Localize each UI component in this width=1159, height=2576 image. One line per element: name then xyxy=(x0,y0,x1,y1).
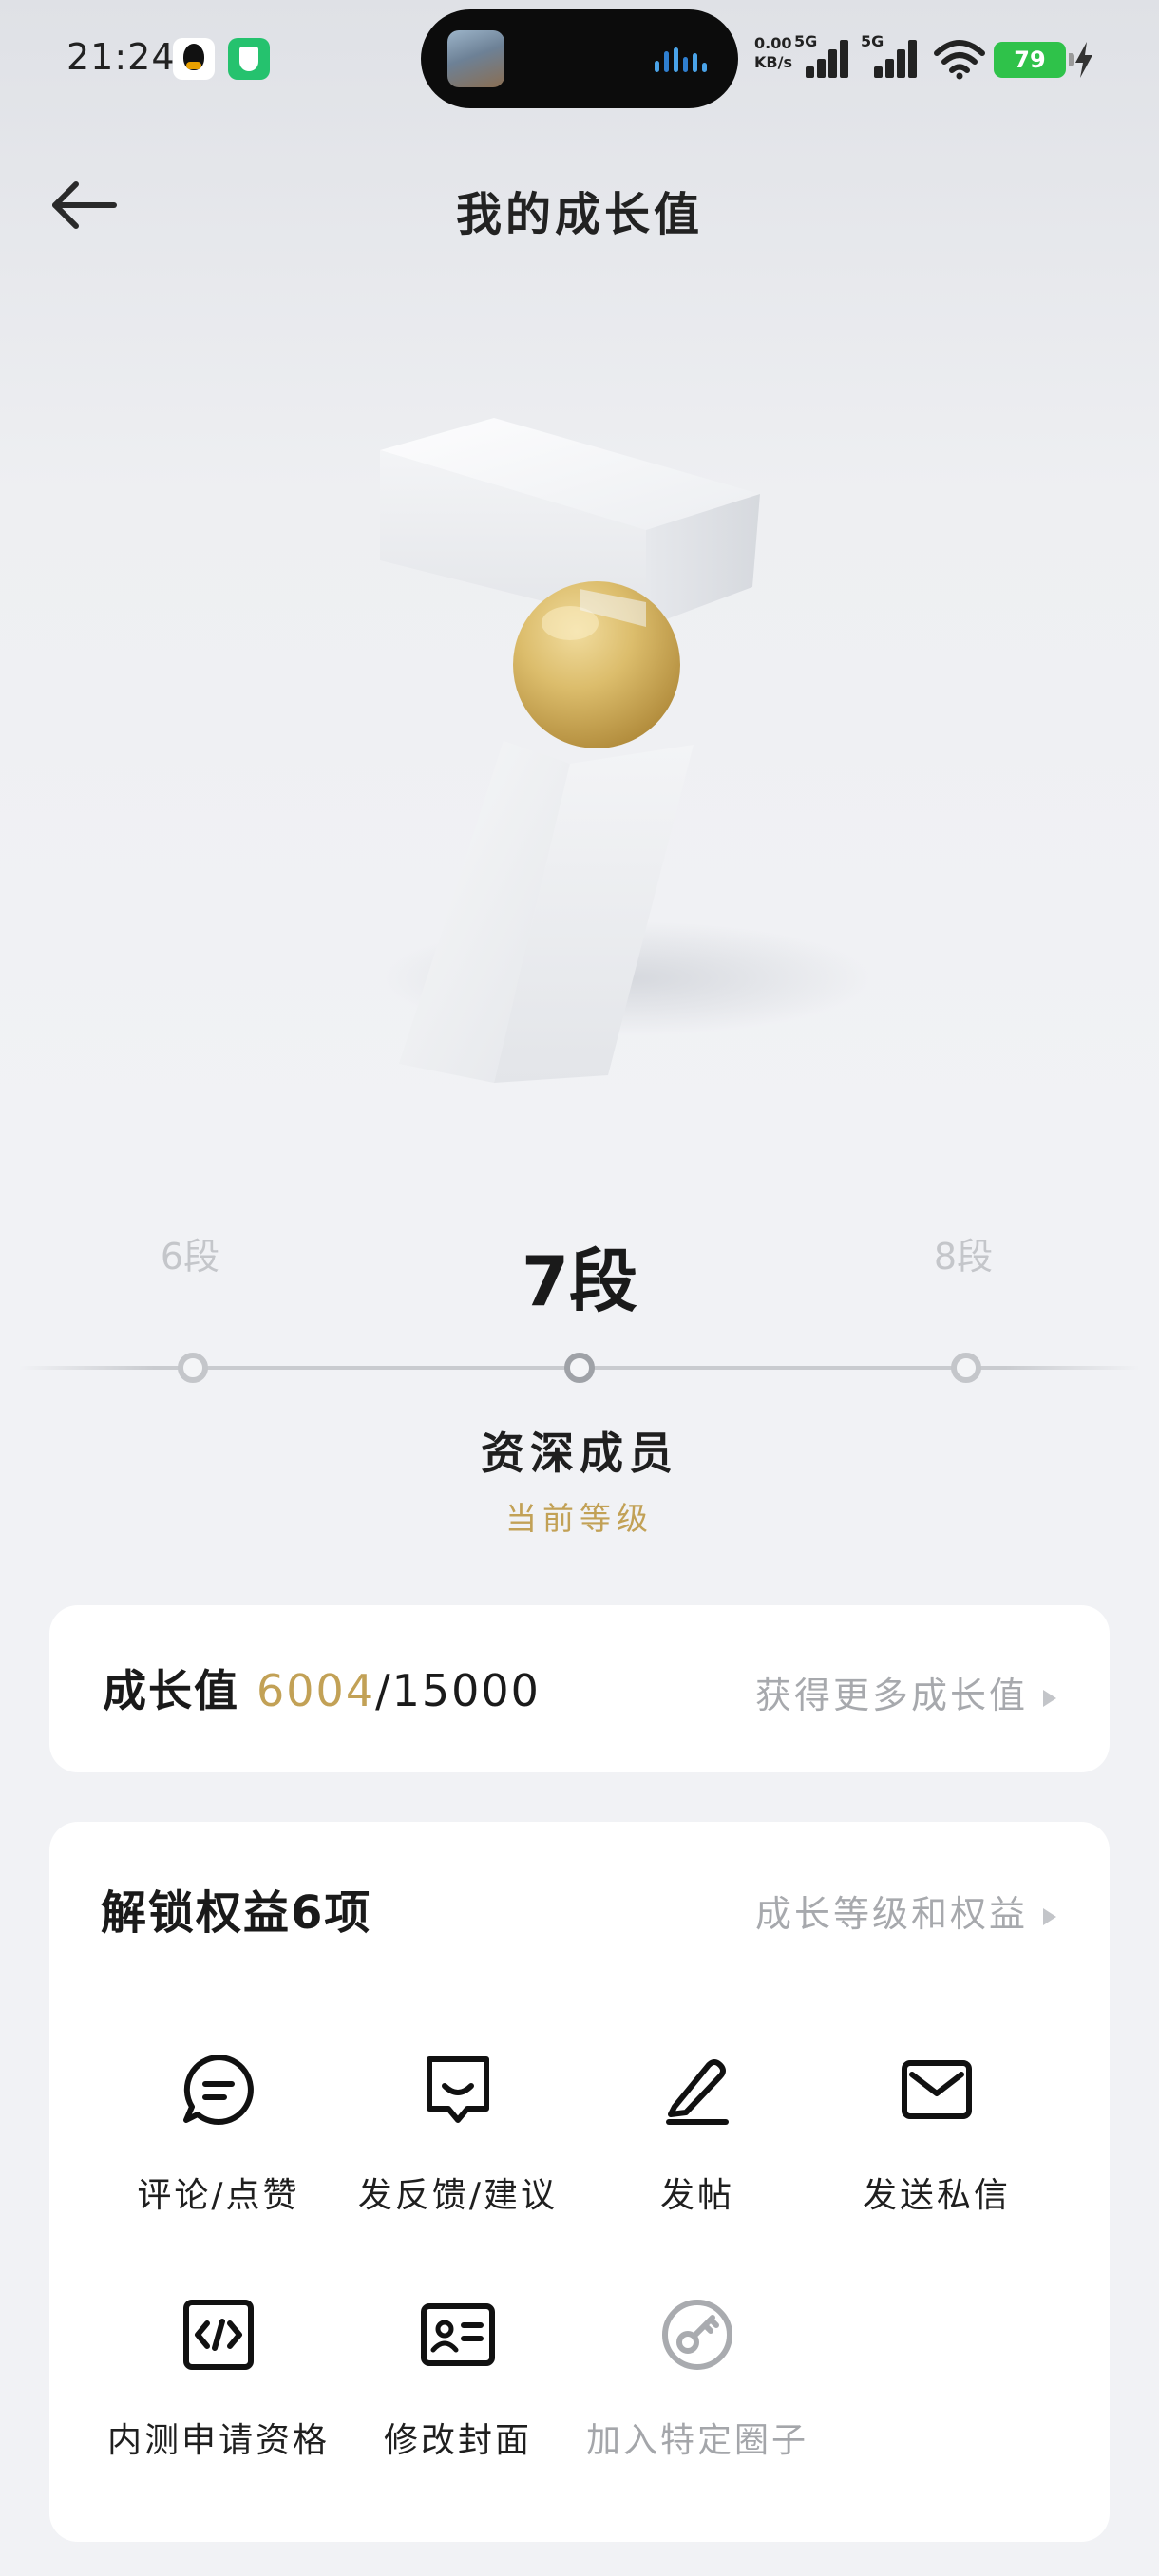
battery-icon: 79 xyxy=(994,42,1074,78)
id-card-icon xyxy=(421,2303,495,2366)
level-node-current[interactable] xyxy=(564,1353,595,1383)
growth-card: 成长值 6004/15000 获得更多成长值 xyxy=(49,1605,1110,1772)
mail-icon xyxy=(902,2060,972,2119)
code-icon xyxy=(183,2300,254,2370)
growth-value: 成长值 6004/15000 xyxy=(103,1657,541,1719)
network-speed: 0.00 KB/s xyxy=(754,34,792,71)
get-more-growth-link[interactable]: 获得更多成长值 xyxy=(755,1666,1056,1718)
perk-label: 加入特定圈子 xyxy=(585,2421,808,2460)
perk-join-circle[interactable]: 加入特定圈子 xyxy=(574,2297,821,2496)
perk-post[interactable]: 发帖 xyxy=(574,2052,821,2251)
level-perks-link[interactable]: 成长等级和权益 xyxy=(755,1885,1056,1937)
media-thumbnail xyxy=(447,30,504,87)
audio-wave-icon xyxy=(655,47,710,72)
signal-1-icon xyxy=(804,38,853,78)
charging-icon xyxy=(1075,42,1092,78)
growth-total: /15000 xyxy=(375,1665,541,1716)
perk-comment-like[interactable]: 评论/点赞 xyxy=(95,2052,342,2251)
comment-icon xyxy=(183,2055,254,2125)
perk-private-message[interactable]: 发送私信 xyxy=(813,2052,1060,2251)
key-icon xyxy=(662,2300,732,2370)
perk-label: 发送私信 xyxy=(862,2176,1011,2215)
perks-title: 解锁权益6项 xyxy=(101,1886,372,1940)
perk-change-cover[interactable]: 修改封面 xyxy=(334,2297,581,2496)
dynamic-island[interactable] xyxy=(421,9,738,108)
perk-feedback[interactable]: 发反馈/建议 xyxy=(334,2052,581,2251)
status-time: 21:24 xyxy=(66,36,176,78)
growth-label: 成长值 xyxy=(103,1665,257,1716)
level-prev[interactable]: 6段 xyxy=(104,1227,276,1279)
wifi-icon xyxy=(934,40,985,80)
security-notification-icon xyxy=(228,38,270,80)
signal-2-icon xyxy=(872,38,922,78)
perks-card: 解锁权益6项 成长等级和权益 评论/点赞 发反馈/建议 发帖 发送私信 内测申请… xyxy=(49,1822,1110,2542)
qq-notification-icon xyxy=(173,38,215,80)
growth-current: 6004 xyxy=(256,1665,376,1716)
pen-icon xyxy=(666,2059,729,2125)
chevron-right-icon xyxy=(1043,1689,1056,1707)
level-caption: 当前等级 xyxy=(505,1500,654,1537)
perk-beta-access[interactable]: 内测申请资格 xyxy=(95,2297,342,2496)
feedback-icon xyxy=(427,2056,489,2123)
page-title: 我的成长值 xyxy=(455,188,703,241)
status-bar: 21:24 0.00 KB/s 5G 5G 79 xyxy=(0,0,1159,114)
level-node-next[interactable] xyxy=(951,1353,981,1383)
level-current: 7段 xyxy=(521,1241,638,1321)
chevron-right-icon xyxy=(1043,1907,1056,1925)
level-next[interactable]: 8段 xyxy=(878,1227,1049,1279)
level-node-prev[interactable] xyxy=(178,1353,208,1383)
level-7-illustration xyxy=(380,418,874,1083)
level-name: 资深成员 xyxy=(481,1428,678,1479)
